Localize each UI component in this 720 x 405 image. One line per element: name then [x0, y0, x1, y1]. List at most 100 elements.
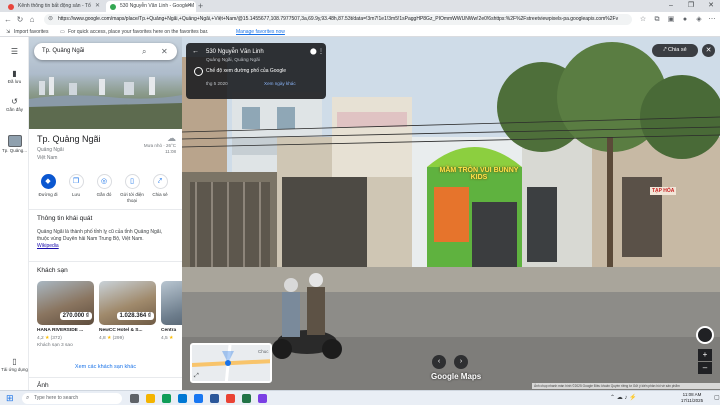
rail-recent-button[interactable]: ↺ Gần đây	[0, 97, 29, 112]
hotel-photo: 270.000 ₫	[37, 281, 94, 325]
action-label: Lưu	[71, 192, 81, 197]
nearby-button[interactable]: ◎ Gần đó	[91, 174, 117, 198]
rail-get-app-button[interactable]: ▯ Tải ứng dụng	[0, 357, 29, 372]
place-hero-photo[interactable]: Tp. Quảng Ngãi ⌕ ✕	[29, 37, 182, 129]
mail-icon[interactable]	[178, 394, 187, 403]
taskbar-search-input[interactable]: ⌕ Type here to search	[22, 393, 122, 404]
location-pin-icon[interactable]: ⬤	[310, 48, 317, 55]
favorites-folder-icon: ▭	[60, 29, 65, 35]
next-image-button[interactable]: ›	[454, 355, 468, 369]
hotels-heading: Khách sạn	[37, 267, 68, 274]
address-bar[interactable]: ⊜ https://www.google.com/maps/place/Tp.+…	[44, 14, 632, 25]
windows-start-icon[interactable]: ⊞	[6, 393, 14, 404]
excel-icon[interactable]	[242, 394, 251, 403]
hotel-name: NewCC Hotel & S...	[99, 328, 143, 333]
collections-icon[interactable]: ▣	[666, 14, 676, 25]
import-favorites-icon: ⇲	[6, 29, 11, 35]
wikipedia-link[interactable]: Wikipedia	[37, 243, 59, 249]
previous-image-button[interactable]: ‹	[432, 355, 446, 369]
system-tray-icons[interactable]: ⌃ ☁ ♪ ⚡	[610, 393, 637, 404]
new-tab-button[interactable]: +	[198, 0, 203, 12]
close-tab-icon[interactable]: ✕	[95, 1, 100, 12]
search-icon[interactable]: ⌕	[142, 43, 146, 60]
save-button[interactable]: ❐ Lưu	[63, 174, 89, 198]
save-icon: ❐	[68, 174, 84, 189]
google-maps-logo: Google Maps	[431, 372, 482, 381]
rail-saved-button[interactable]: ▮ Đã lưu	[0, 69, 29, 84]
directions-button[interactable]: ◆ Đường đi	[35, 174, 61, 198]
star-icon: ★	[169, 336, 174, 341]
chevron-right-icon: ›	[459, 358, 463, 365]
more-hotels-link[interactable]: Xem các khách sạn khác	[29, 364, 182, 370]
word-icon[interactable]	[210, 394, 219, 403]
windows-taskbar: ⊞ ⌕ Type here to search ⌃ ☁ ♪ ⚡ 11:08 AM…	[0, 390, 720, 405]
review-count: (372)	[50, 336, 62, 341]
menu-button[interactable]: ☰	[0, 47, 29, 57]
close-window-icon[interactable]: ✕	[702, 0, 720, 12]
zoom-out-button[interactable]: –	[698, 362, 712, 374]
bookmark-icon: ▮	[12, 69, 17, 78]
search-input-value: Tp. Quảng Ngãi	[42, 48, 85, 54]
minimap-place-label: Chuc	[258, 349, 269, 354]
hotel-card[interactable]: 1.028.364 ₫ NewCC Hotel & S... 4,8 ★ (29…	[99, 281, 156, 365]
browser-tab-2[interactable]: 530 Nguyễn Văn Linh - Google M ✕	[106, 1, 196, 12]
app-icon[interactable]	[258, 394, 267, 403]
more-vert-icon[interactable]: ⋮	[318, 48, 324, 55]
edge-browser-icon[interactable]	[162, 394, 171, 403]
notifications-icon[interactable]: ▢	[714, 393, 720, 404]
home-icon[interactable]: ⌂	[27, 14, 37, 25]
share-button[interactable]: ⤤ Chia sẻ	[147, 174, 173, 198]
clear-search-icon[interactable]: ✕	[161, 43, 168, 60]
extensions-icon[interactable]: ⧉	[652, 14, 662, 25]
close-street-view-button[interactable]: ✕	[702, 44, 715, 57]
expand-map-icon[interactable]: ⤢	[194, 373, 199, 380]
mini-map[interactable]: Chuc ⤢	[190, 343, 272, 383]
street-view-title: 530 Nguyễn Văn Linh	[206, 49, 264, 55]
browser-tabstrip: Kênh thông tin bất động sản - Tổ ✕ 530 N…	[0, 0, 720, 12]
minimize-icon[interactable]: –	[662, 0, 680, 12]
zoom-in-button[interactable]: +	[698, 349, 712, 361]
import-favorites-link[interactable]: Import favorites	[14, 27, 48, 37]
taskbar-clock[interactable]: 11:08 AM 17/11/2025	[670, 392, 714, 404]
action-label: Gửi tới điện thoại	[120, 192, 144, 203]
rail-place-button[interactable]: Tp. Quảng...	[0, 135, 29, 153]
manage-favorites-link[interactable]: Manage favorites now	[236, 27, 285, 37]
site-info-icon[interactable]: ⊜	[48, 14, 53, 25]
task-view-icon[interactable]	[130, 394, 139, 403]
hotel-card[interactable]: Centra 4,5 ★	[161, 281, 182, 365]
close-icon: ✕	[705, 47, 712, 54]
compass-icon[interactable]	[696, 326, 714, 344]
browser-tab-1[interactable]: Kênh thông tin bất động sản - Tổ ✕	[4, 1, 104, 12]
attribution-bar: Ảnh chụp nhanh màn hình ©2025 Google Điề…	[532, 383, 720, 389]
facebook-icon[interactable]	[194, 394, 203, 403]
favorite-star-icon[interactable]: ☆	[638, 14, 648, 25]
search-input[interactable]: Tp. Quảng Ngãi ⌕ ✕	[34, 43, 177, 60]
refresh-icon[interactable]: ↻	[15, 14, 25, 25]
weather-time: 11:08	[165, 149, 176, 154]
street-view-mode-label: Chế độ xem đường phố của Google	[206, 68, 287, 74]
see-more-dates-link[interactable]: Xem ngày khác	[264, 81, 296, 86]
about-heading: Thông tin khái quát	[37, 215, 93, 222]
favorites-hint-text: For quick access, place your favorites h…	[68, 29, 209, 35]
browser-toolbar: ← ↻ ⌂ ⊜ https://www.google.com/maps/plac…	[0, 12, 720, 27]
street-view-canvas[interactable]: MẦM TRÒN VUI BUNNY KIDS TẠP HÓA ← ⬤ ⋮ 53…	[182, 37, 720, 390]
place-title: Tp. Quảng Ngãi	[37, 134, 101, 144]
hotel-name: HANA RIVERSIDE ...	[37, 328, 84, 333]
close-tab-icon[interactable]: ✕	[187, 1, 192, 12]
more-menu-icon[interactable]: ⋯	[707, 14, 717, 25]
hamburger-menu-icon: ☰	[10, 47, 19, 56]
back-icon[interactable]: ←	[3, 14, 13, 25]
history-icon: ↺	[11, 97, 18, 106]
share-street-view-button[interactable]: ⤤ Chia sẻ	[652, 44, 698, 57]
profile-avatar-icon[interactable]: ●	[680, 14, 690, 25]
place-thumb-icon	[7, 135, 22, 147]
street-view-toggle-icon[interactable]	[194, 67, 203, 76]
chrome-icon[interactable]	[226, 394, 235, 403]
hotel-card[interactable]: 270.000 ₫ HANA RIVERSIDE ... 4,2 ★ (372)…	[37, 281, 94, 365]
copilot-icon[interactable]: ◈	[694, 14, 704, 25]
file-explorer-icon[interactable]	[146, 394, 155, 403]
back-arrow-icon[interactable]: ←	[192, 48, 199, 55]
rating-value: 4,5	[161, 336, 168, 341]
send-to-phone-button[interactable]: ▯ Gửi tới điện thoại	[119, 174, 145, 203]
maximize-icon[interactable]: ❐	[682, 0, 700, 12]
